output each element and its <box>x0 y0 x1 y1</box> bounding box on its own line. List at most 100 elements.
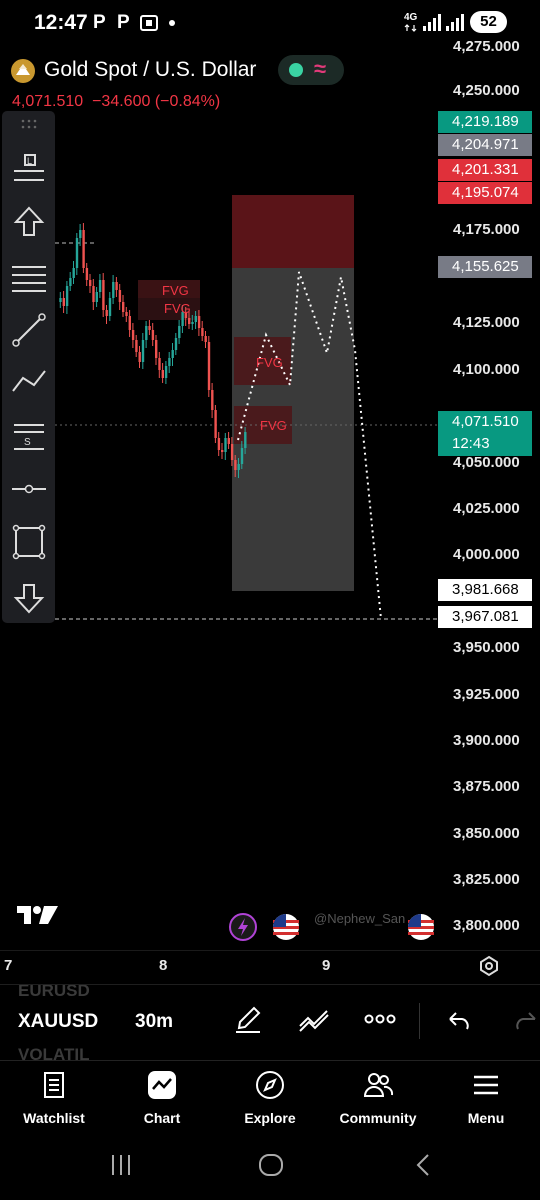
candle-body <box>204 336 207 342</box>
compass-icon <box>256 1071 284 1099</box>
price-axis-tick: 3,850.000 <box>453 825 520 842</box>
price-tag-red[interactable]: 4,195.074 <box>438 182 532 204</box>
price-axis-tick: 4,000.000 <box>453 546 520 563</box>
lightning-icon[interactable] <box>228 912 258 942</box>
back-icon[interactable] <box>411 1152 435 1178</box>
candle-body <box>174 338 178 350</box>
nav-label: Explore <box>244 1110 296 1126</box>
price-axis-tick: 4,250.000 <box>453 82 520 99</box>
candle-body <box>214 410 217 438</box>
price-axis-tick: 4,275.000 <box>453 38 520 55</box>
candle-body <box>197 316 201 328</box>
us-flag-icon[interactable] <box>406 912 436 942</box>
candle-body <box>240 448 244 464</box>
nav-community[interactable]: Community <box>324 1061 432 1141</box>
nav-menu[interactable]: Menu <box>432 1061 540 1141</box>
price-tag-gray[interactable]: 4,155.625 <box>438 256 532 278</box>
signal-icon <box>423 14 441 31</box>
drawing-toolbar: L S <box>2 111 55 623</box>
bottom-nav: Watchlist Chart Explore Community Menu <box>0 1060 540 1140</box>
recent-apps-icon[interactable] <box>108 1152 134 1178</box>
nav-label: Watchlist <box>23 1110 85 1126</box>
home-icon[interactable] <box>257 1152 285 1178</box>
price-axis-tick: 4,175.000 <box>453 221 520 238</box>
p-icon: P <box>117 12 130 33</box>
status-time: 12:47 <box>34 11 88 34</box>
ticker-symbol[interactable]: XAUUSD <box>18 1011 98 1033</box>
horizontal-line-icon[interactable]: L <box>8 149 50 189</box>
candle-body <box>65 286 69 306</box>
candle-body <box>89 280 92 286</box>
candle-body <box>207 342 211 390</box>
candle-body <box>69 278 72 286</box>
candle-body <box>125 312 128 316</box>
drawings-icon[interactable] <box>297 1004 331 1036</box>
price-tag-gray[interactable]: 4,204.971 <box>438 134 532 156</box>
parallel-lines-icon[interactable] <box>8 257 50 297</box>
us-flag-icon[interactable] <box>271 912 301 942</box>
drag-handle-icon[interactable] <box>8 115 50 135</box>
more-options-icon[interactable] <box>364 1012 396 1026</box>
data-arrows-icon <box>404 24 417 32</box>
candle-body <box>85 268 89 280</box>
pencil-icon[interactable] <box>232 1004 264 1036</box>
price-tag-red[interactable]: 4,201.331 <box>438 159 532 181</box>
arrow-up-icon[interactable] <box>8 203 50 243</box>
candle-body <box>141 340 145 362</box>
ticker-interval[interactable]: 30m <box>135 1011 173 1033</box>
candle-body <box>112 282 115 298</box>
chart-icon <box>148 1071 176 1099</box>
svg-text:S: S <box>24 437 31 448</box>
candle-body <box>128 316 131 330</box>
candle-body <box>234 460 237 470</box>
time-axis-label: 7 <box>4 957 13 974</box>
candle-body <box>178 326 181 338</box>
candle-body <box>95 292 98 302</box>
candlesticks <box>59 223 247 478</box>
nav-watchlist[interactable]: Watchlist <box>0 1061 108 1141</box>
arrow-down-icon[interactable] <box>8 576 50 616</box>
candle-body <box>62 298 65 306</box>
polyline-icon[interactable] <box>8 361 50 401</box>
rectangle-icon[interactable] <box>8 522 50 562</box>
price-tag-white[interactable]: 3,981.668 <box>438 579 532 601</box>
trend-line-icon[interactable] <box>8 310 50 350</box>
candle-body <box>221 450 224 452</box>
signal-lines-icon[interactable]: S <box>8 417 50 457</box>
price-axis-tick: 3,825.000 <box>453 871 520 888</box>
candle-body <box>135 340 138 352</box>
candle-body <box>161 370 164 378</box>
redo-icon[interactable] <box>513 1009 539 1033</box>
candle-body <box>82 230 85 268</box>
candle-body <box>122 302 125 312</box>
candle-body <box>131 330 135 340</box>
candle-body <box>211 390 214 410</box>
people-icon <box>363 1073 394 1097</box>
price-axis-tick: 3,875.000 <box>453 778 520 795</box>
undo-icon[interactable] <box>446 1009 472 1033</box>
horizontal-ray-icon[interactable] <box>8 469 50 509</box>
current-price-tag[interactable]: 4,071.510 12:43 <box>438 411 532 456</box>
time-axis-label: 8 <box>159 957 168 974</box>
candle-body <box>105 310 108 316</box>
price-axis-tick: 4,125.000 <box>453 314 520 331</box>
p-icon: P <box>93 12 106 33</box>
price-axis-tick: 3,800.000 <box>453 917 520 934</box>
price-axis-tick: 3,900.000 <box>453 732 520 749</box>
candle-body <box>168 358 171 366</box>
price-axis-tick: 4,050.000 <box>453 454 520 471</box>
bar-countdown: 12:43 <box>452 435 490 452</box>
nav-explore[interactable]: Explore <box>216 1061 324 1141</box>
candle-body <box>171 350 174 358</box>
candle-body <box>59 298 62 302</box>
price-tag-take-profit[interactable]: 4,219.189 <box>438 111 532 133</box>
price-tag-white[interactable]: 3,967.081 <box>438 606 532 628</box>
divider <box>419 1003 420 1039</box>
nav-label: Chart <box>143 1110 181 1126</box>
watermark-author: @Nephew_San <box>314 911 406 926</box>
chart-settings-icon[interactable] <box>478 955 500 977</box>
candle-body <box>158 358 161 370</box>
candle-body <box>155 340 158 358</box>
nav-chart[interactable]: Chart <box>108 1061 216 1141</box>
candle-body <box>75 238 79 268</box>
